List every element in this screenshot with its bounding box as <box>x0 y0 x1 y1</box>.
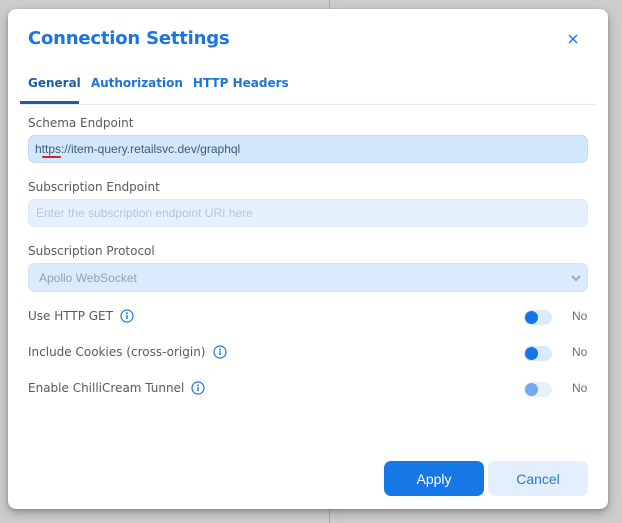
chevron-down-icon <box>571 275 581 282</box>
tab-bar: General Authorization HTTP Headers <box>28 75 299 103</box>
schema-endpoint-input[interactable] <box>28 135 588 163</box>
apply-button[interactable]: Apply <box>384 461 484 496</box>
use-http-get-toggle[interactable] <box>524 310 552 325</box>
tab-authorization[interactable]: Authorization <box>91 75 183 103</box>
close-icon <box>568 34 578 44</box>
toggle-row-chillicream-tunnel: Enable ChilliCream Tunnel No <box>28 379 588 399</box>
info-icon[interactable] <box>191 381 205 395</box>
connection-settings-dialog: Connection Settings General Authorizatio… <box>8 9 608 509</box>
tab-http-headers[interactable]: HTTP Headers <box>193 75 289 103</box>
toggle-row-use-http-get: Use HTTP GET No <box>28 307 588 327</box>
use-http-get-label: Use HTTP GET <box>28 309 113 323</box>
include-cookies-toggle[interactable] <box>524 346 552 361</box>
toggle-knob <box>525 347 538 360</box>
chillicream-tunnel-label: Enable ChilliCream Tunnel <box>28 381 185 395</box>
close-button[interactable] <box>565 31 581 47</box>
subscription-protocol-value: Apollo WebSocket <box>39 271 137 285</box>
chillicream-tunnel-toggle[interactable] <box>524 382 552 397</box>
tab-divider <box>20 104 596 105</box>
info-icon[interactable] <box>212 345 227 359</box>
use-http-get-state: No <box>572 309 588 323</box>
chillicream-tunnel-state: No <box>572 381 588 395</box>
spellcheck-underline <box>42 156 61 158</box>
toggle-knob <box>525 311 538 324</box>
include-cookies-state: No <box>572 345 588 359</box>
schema-endpoint-label: Schema Endpoint <box>28 116 134 130</box>
dialog-title: Connection Settings <box>28 28 230 49</box>
toggle-row-include-cookies: Include Cookies (cross-origin) No <box>28 343 588 363</box>
tab-general[interactable]: General <box>28 75 81 103</box>
subscription-endpoint-label: Subscription Endpoint <box>28 180 160 194</box>
include-cookies-label: Include Cookies (cross-origin) <box>28 345 206 359</box>
cancel-button[interactable]: Cancel <box>488 461 588 496</box>
subscription-protocol-select[interactable]: Apollo WebSocket <box>28 263 588 292</box>
info-icon[interactable] <box>120 309 134 323</box>
toggle-knob <box>525 383 538 396</box>
subscription-endpoint-input[interactable] <box>28 199 588 227</box>
subscription-protocol-label: Subscription Protocol <box>28 244 155 258</box>
